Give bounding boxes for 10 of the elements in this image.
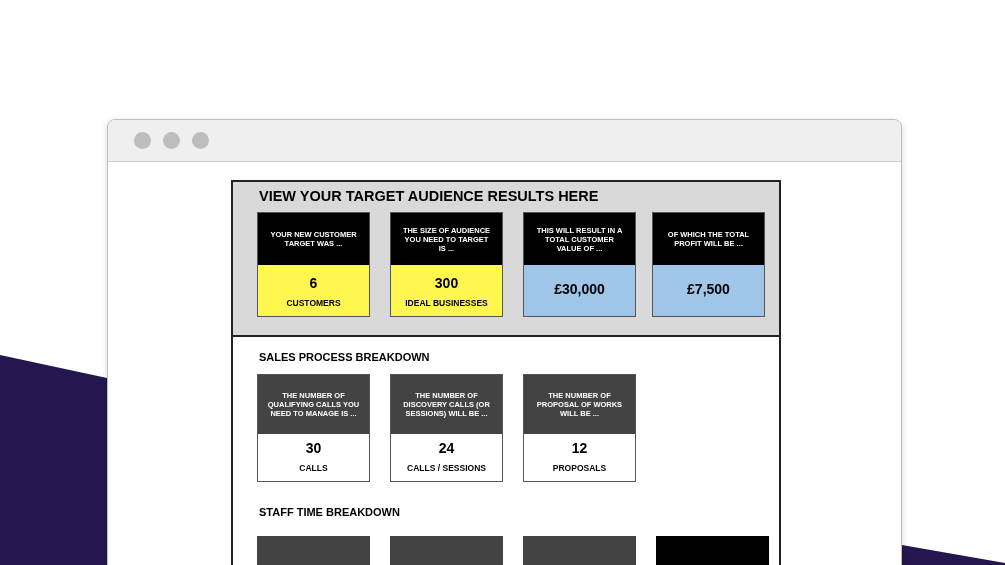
- section-title: STAFF TIME BREAKDOWN: [259, 506, 401, 518]
- card-value-panel: £30,000: [524, 265, 635, 316]
- card-value-panel: 300 IDEAL BUSINESSES: [391, 265, 502, 316]
- window-control-icon[interactable]: [134, 132, 151, 149]
- window-control-icon[interactable]: [163, 132, 180, 149]
- window-control-icon[interactable]: [192, 132, 209, 149]
- card-value-panel: 6 CUSTOMERS: [258, 265, 369, 316]
- card-value-panel: £7,500: [653, 265, 764, 316]
- section-title: SALES PROCESS BREAKDOWN: [259, 351, 431, 363]
- section-title: VIEW YOUR TARGET AUDIENCE RESULTS HERE: [259, 188, 600, 206]
